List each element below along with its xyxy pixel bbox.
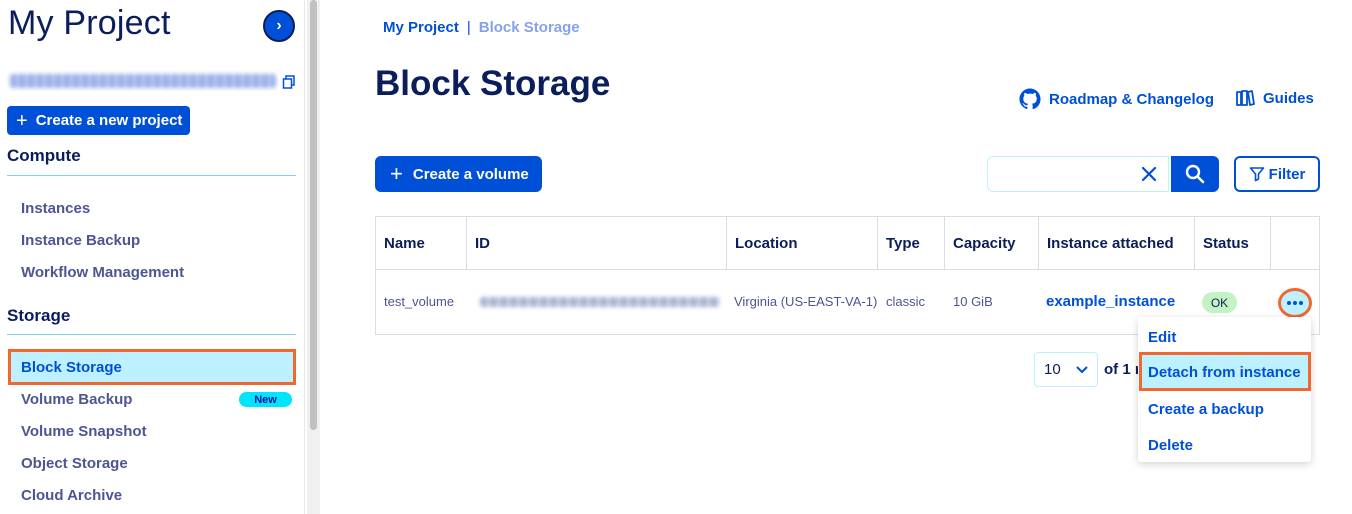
page-size-select[interactable]: 10 xyxy=(1034,352,1098,387)
breadcrumb: My Project | Block Storage xyxy=(383,19,580,36)
create-volume-button[interactable]: + Create a volume xyxy=(375,156,542,192)
sidebar-item-volume-backup[interactable]: Volume Backup xyxy=(21,391,132,408)
create-project-label: Create a new project xyxy=(35,112,183,129)
divider xyxy=(7,334,296,335)
cell-type: classic xyxy=(886,294,926,309)
cell-name: test_volume xyxy=(384,294,455,309)
menu-item-delete[interactable]: Delete xyxy=(1148,437,1193,454)
create-volume-label: Create a volume xyxy=(412,165,529,183)
divider xyxy=(7,175,296,176)
scrollbar-thumb[interactable] xyxy=(310,0,317,430)
section-storage: Storage xyxy=(7,306,71,325)
search-button[interactable] xyxy=(1171,156,1219,192)
plus-icon: + xyxy=(390,161,403,186)
sidebar-item-object-storage[interactable]: Object Storage xyxy=(21,455,128,472)
breadcrumb-separator: | xyxy=(466,19,471,36)
chevron-right-icon: › xyxy=(276,17,282,34)
breadcrumb-root[interactable]: My Project xyxy=(383,19,459,36)
dot-icon xyxy=(1287,301,1291,305)
sidebar-item-instances[interactable]: Instances xyxy=(21,200,90,217)
sidebar-item-cloud-archive[interactable]: Cloud Archive xyxy=(21,487,122,504)
sidebar-item-instance-backup[interactable]: Instance Backup xyxy=(21,232,140,249)
sidebar-toggle-button[interactable]: › xyxy=(263,10,295,42)
clear-icon[interactable] xyxy=(1140,165,1158,183)
filter-icon xyxy=(1249,167,1264,182)
breadcrumb-current: Block Storage xyxy=(478,19,580,36)
roadmap-changelog-label: Roadmap & Changelog xyxy=(1049,90,1215,108)
search-icon xyxy=(1185,164,1205,184)
book-icon xyxy=(1236,90,1255,106)
column-header-capacity[interactable]: Capacity xyxy=(945,217,1039,270)
cell-id-blurred xyxy=(480,297,720,307)
menu-item-create-backup[interactable]: Create a backup xyxy=(1148,401,1264,418)
column-header-id[interactable]: ID xyxy=(467,217,727,270)
column-header-actions xyxy=(1271,217,1319,270)
new-badge: New xyxy=(239,392,292,407)
page-size-value: 10 xyxy=(1044,361,1061,378)
chevron-down-icon xyxy=(1076,366,1088,374)
sidebar-item-workflow-management[interactable]: Workflow Management xyxy=(21,264,184,281)
dot-icon xyxy=(1299,301,1303,305)
project-id-blurred xyxy=(10,74,276,88)
column-header-name[interactable]: Name xyxy=(376,217,467,270)
table-header: Name ID Location Type Capacity Instance … xyxy=(376,217,1319,270)
sidebar-item-block-storage[interactable]: Block Storage xyxy=(8,349,296,385)
column-header-location[interactable]: Location xyxy=(727,217,878,270)
column-header-status[interactable]: Status xyxy=(1195,217,1271,270)
section-compute: Compute xyxy=(7,146,81,165)
page-title: Block Storage xyxy=(375,64,611,103)
guides-link[interactable]: Guides xyxy=(1235,89,1314,107)
create-project-button[interactable]: + Create a new project xyxy=(7,106,190,135)
filter-label: Filter xyxy=(1268,165,1306,183)
status-badge: OK xyxy=(1202,292,1237,313)
filter-button[interactable]: Filter xyxy=(1234,156,1320,192)
menu-item-edit[interactable]: Edit xyxy=(1148,329,1176,346)
row-actions-button[interactable] xyxy=(1278,288,1312,318)
menu-item-detach-from-instance[interactable]: Detach from instance xyxy=(1139,352,1311,391)
column-header-type[interactable]: Type xyxy=(878,217,945,270)
guides-label: Guides xyxy=(1263,89,1314,107)
column-header-instance-attached[interactable]: Instance attached xyxy=(1039,217,1195,270)
dot-icon xyxy=(1293,301,1297,305)
roadmap-changelog-link[interactable]: Roadmap & Changelog xyxy=(1019,88,1214,110)
copy-icon[interactable] xyxy=(282,75,296,89)
plus-icon: + xyxy=(16,109,28,132)
sidebar-scrollbar[interactable] xyxy=(307,0,320,514)
sidebar-item-volume-snapshot[interactable]: Volume Snapshot xyxy=(21,423,147,440)
project-title: My Project xyxy=(8,4,171,42)
menu-item-label: Detach from instance xyxy=(1148,364,1301,381)
sidebar-item-label: Block Storage xyxy=(21,359,122,376)
pagination-text: of 1 r xyxy=(1104,361,1138,378)
github-icon xyxy=(1019,88,1041,110)
cell-location: Virginia (US-EAST-VA-1) xyxy=(734,294,878,309)
cell-capacity: 10 GiB xyxy=(953,294,993,309)
sidebar: My Project › + Create a new project Comp… xyxy=(0,0,305,514)
